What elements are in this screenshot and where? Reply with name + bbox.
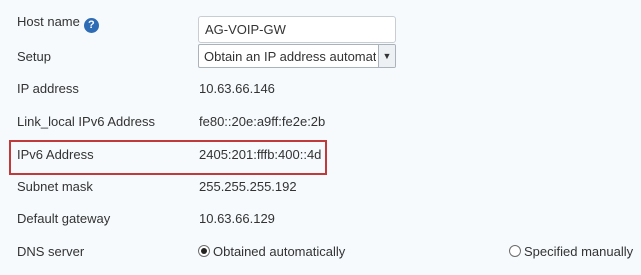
subnet-mask-value: 255.255.255.192 (199, 179, 297, 194)
ipv6-highlight-box (9, 140, 327, 175)
link-local-ipv6-label: Link_local IPv6 Address (17, 114, 156, 129)
default-gateway-row: Default gateway 10.63.66.129 (0, 203, 641, 235)
host-name-input[interactable] (198, 16, 396, 43)
dns-specified-manually-option[interactable]: Specified manually (509, 244, 633, 259)
default-gateway-label: Default gateway (17, 211, 111, 226)
ip-address-value: 10.63.66.146 (199, 81, 275, 96)
radio-checked-icon[interactable] (198, 245, 210, 257)
dns-obtained-automatically-label: Obtained automatically (213, 244, 346, 259)
ip-address-row: IP address 10.63.66.146 (0, 73, 641, 105)
setup-label: Setup (17, 49, 51, 64)
chevron-down-icon[interactable]: ▼ (378, 45, 395, 67)
dns-server-label: DNS server (17, 244, 85, 259)
setup-select[interactable]: Obtain an IP address automatically ▼ (198, 44, 396, 68)
dns-server-row: DNS server Obtained automatically Specif… (0, 236, 641, 268)
question-circle-icon[interactable]: ? (83, 18, 99, 33)
subnet-mask-row: Subnet mask 255.255.255.192 (0, 171, 641, 203)
host-name-row: Host name? (0, 6, 641, 43)
link-local-ipv6-value: fe80::20e:a9ff:fe2e:2b (199, 114, 326, 129)
radio-unchecked-icon[interactable] (509, 245, 521, 257)
dns-obtained-automatically-option[interactable]: Obtained automatically (198, 244, 345, 259)
dns-specified-manually-label: Specified manually (524, 244, 634, 259)
link-local-ipv6-row: Link_local IPv6 Address fe80::20e:a9ff:f… (0, 106, 641, 138)
setup-selected-value: Obtain an IP address automatically (204, 49, 376, 64)
ip-address-label: IP address (17, 81, 79, 96)
default-gateway-value: 10.63.66.129 (199, 211, 275, 226)
subnet-mask-label: Subnet mask (17, 179, 93, 194)
host-name-label: Host name? (17, 14, 99, 33)
